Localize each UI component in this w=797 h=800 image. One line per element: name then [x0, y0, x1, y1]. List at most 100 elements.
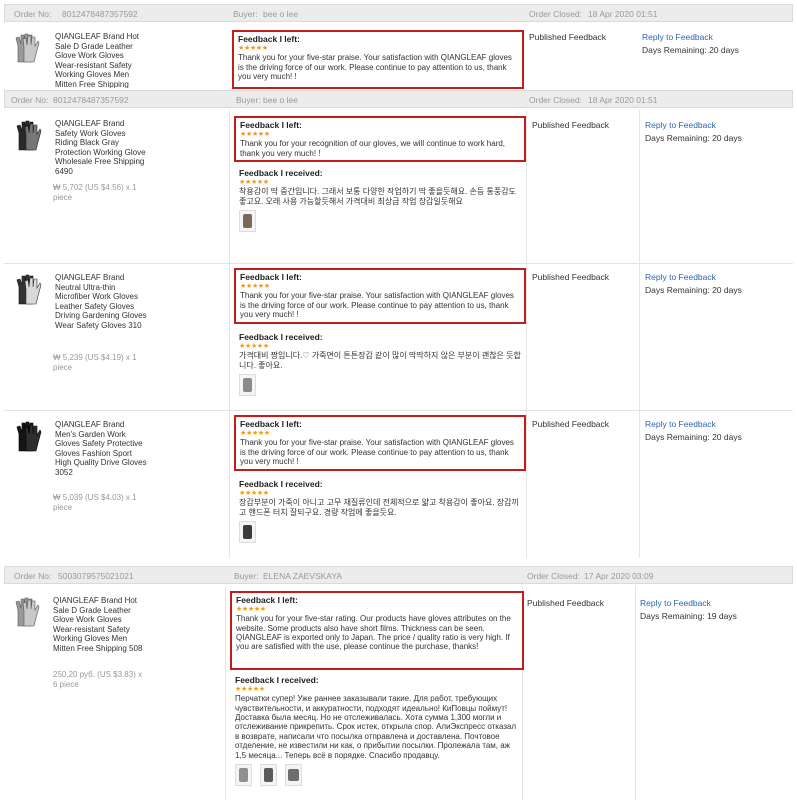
feedback-received-title: Feedback I received: — [239, 332, 323, 342]
order-item-row: QIANGLEAF Brand Neutral Ultra-thin Micro… — [4, 266, 793, 411]
buyer-link[interactable]: ELENA ZAEVSKAYA — [263, 571, 342, 581]
feedback-left-box: Feedback I left: ★★★★★ Thank you for you… — [234, 415, 526, 471]
star-rating: ★★★★★ — [236, 606, 266, 614]
order-closed-label: Order Closed: — [527, 571, 580, 581]
feedback-received-text: Перчатки супер! Уже раннее заказывали та… — [235, 694, 517, 760]
star-rating: ★★★★★ — [239, 179, 269, 187]
received-photos — [239, 521, 524, 543]
order-closed-date: 18 Apr 2020 01:51 — [588, 9, 658, 19]
reply-to-feedback-link[interactable]: Reply to Feedback — [645, 272, 742, 282]
feedback-status: Published Feedback — [532, 419, 610, 429]
product-thumbnail[interactable] — [16, 120, 42, 152]
order-item-row: QIANGLEAF Brand Hot Sale D Grade Leather… — [4, 586, 793, 800]
order-no-label: Order No: — [14, 9, 52, 19]
days-remaining: Days Remaining: 20 days — [642, 45, 739, 56]
product-thumbnail[interactable] — [14, 596, 40, 628]
feedback-received-block: Feedback I received: ★★★★★ 착용감이 딱 중간입니다.… — [234, 168, 524, 232]
buyer-label: Buyer: — [233, 9, 258, 19]
reply-to-feedback-link[interactable]: Reply to Feedback — [642, 32, 739, 42]
review-photo[interactable] — [239, 521, 256, 543]
review-photo[interactable] — [239, 374, 256, 396]
feedback-received-block: Feedback I received: ★★★★★ Перчатки супе… — [230, 675, 522, 787]
product-name-link[interactable]: QIANGLEAF Brand Safety Work Gloves Ridin… — [55, 119, 147, 177]
product-name-link[interactable]: QIANGLEAF Brand Neutral Ultra-thin Micro… — [55, 273, 147, 331]
feedback-status: Published Feedback — [532, 120, 610, 130]
star-rating: ★★★★★ — [240, 430, 270, 438]
reply-cell: Reply to Feedback Days Remaining: 20 day… — [645, 419, 742, 442]
feedback-status: Published Feedback — [529, 32, 607, 42]
feedback-left-title: Feedback I left: — [240, 272, 302, 282]
feedback-received-block: Feedback I received: ★★★★★ 장갑부분이 가죽이 아니고… — [234, 479, 524, 543]
feedback-left-title: Feedback I left: — [236, 595, 298, 605]
received-photos — [239, 210, 524, 232]
feedback-left-title: Feedback I left: — [238, 34, 300, 44]
buyer-link[interactable]: bee o lee — [263, 95, 298, 105]
received-photos — [235, 764, 522, 787]
review-photo[interactable] — [260, 764, 277, 787]
feedback-left-box: Feedback I left: ★★★★★ Thank you for you… — [234, 116, 526, 162]
feedback-left-text: Thank you for your five-star rating. Our… — [236, 614, 511, 652]
days-remaining: Days Remaining: 20 days — [645, 133, 742, 144]
product-thumbnail[interactable] — [14, 32, 40, 64]
feedback-received-block: Feedback I received: ★★★★★ 가격대비 짱입니다.♡ 가… — [234, 332, 524, 396]
order-header: Order No: 8012478487357592 Buyer: bee o … — [4, 90, 793, 108]
order-block: Order No: 8012478487357592 Buyer: bee o … — [0, 90, 797, 560]
feedback-left-box: Feedback I left: ★★★★★ Thank you for you… — [230, 591, 524, 670]
buyer-label: Buyer: — [236, 95, 261, 105]
review-photo[interactable] — [285, 764, 302, 787]
reply-cell: Reply to Feedback Days Remaining: 20 day… — [645, 120, 742, 143]
order-number-link[interactable]: 5003079575021021 — [58, 571, 134, 581]
order-no-label: Order No: — [11, 95, 49, 105]
product-name-link[interactable]: QIANGLEAF Brand Hot Sale D Grade Leather… — [55, 32, 147, 88]
feedback-received-title: Feedback I received: — [235, 675, 319, 685]
reply-to-feedback-link[interactable]: Reply to Feedback — [640, 598, 737, 608]
feedback-left-text: Thank you for your five-star praise. You… — [240, 438, 514, 466]
product-price: 250,20 руб. (US $3.83) x 6 piece — [53, 670, 143, 689]
days-remaining: Days Remaining: 19 days — [640, 611, 737, 622]
order-number-link[interactable]: 8012478487357592 — [53, 95, 129, 105]
order-item-row: QIANGLEAF Brand Safety Work Gloves Ridin… — [4, 110, 793, 264]
feedback-left-text: Thank you for your five-star praise. You… — [238, 53, 512, 81]
star-rating: ★★★★★ — [240, 131, 270, 139]
feedback-left-text: Thank you for your recognition of our gl… — [240, 139, 506, 158]
product-price: ₩ 5,039 (US $4.03) x 1 piece — [53, 493, 137, 512]
reply-to-feedback-link[interactable]: Reply to Feedback — [645, 419, 742, 429]
star-rating: ★★★★★ — [239, 343, 269, 351]
days-remaining: Days Remaining: 20 days — [645, 285, 742, 296]
buyer-label: Buyer: — [234, 571, 259, 581]
order-block: Order No: 5003079575021021 Buyer: ELENA … — [0, 566, 797, 800]
order-header: Order No: 8012478487357592 Buyer: bee o … — [4, 4, 793, 22]
feedback-left-title: Feedback I left: — [240, 419, 302, 429]
reply-to-feedback-link[interactable]: Reply to Feedback — [645, 120, 742, 130]
order-closed-label: Order Closed: — [529, 95, 582, 105]
order-item-row: QIANGLEAF Brand Hot Sale D Grade Leather… — [4, 26, 793, 89]
product-name-link[interactable]: QIANGLEAF Brand Hot Sale D Grade Leather… — [53, 596, 145, 654]
star-rating: ★★★★★ — [240, 283, 270, 291]
reply-cell: Reply to Feedback Days Remaining: 20 day… — [642, 32, 739, 55]
product-name-link[interactable]: QIANGLEAF Brand Men's Garden Work Gloves… — [55, 420, 147, 478]
star-rating: ★★★★★ — [235, 686, 265, 694]
feedback-left-box: Feedback I left: ★★★★★ Thank you for you… — [234, 268, 526, 324]
order-no-label: Order No: — [14, 571, 52, 581]
review-photo[interactable] — [239, 210, 256, 232]
days-remaining: Days Remaining: 20 days — [645, 432, 742, 443]
feedback-received-text: 착용감이 딱 중간입니다. 그래서 보통 다양한 작업하기 딱 좋을듯해요. 손… — [239, 187, 516, 206]
order-block: Order No: 8012478487357592 Buyer: bee o … — [0, 4, 797, 89]
feedback-left-text: Thank you for your five-star praise. You… — [240, 291, 514, 319]
star-rating: ★★★★★ — [239, 490, 269, 498]
reply-cell: Reply to Feedback Days Remaining: 20 day… — [645, 272, 742, 295]
order-closed-date: 18 Apr 2020 01:51 — [588, 95, 658, 105]
star-rating: ★★★★★ — [238, 45, 268, 53]
feedback-status: Published Feedback — [532, 272, 610, 282]
product-thumbnail[interactable] — [16, 421, 42, 453]
product-price: ₩ 5,239 (US $4.19) x 1 piece — [53, 353, 137, 372]
feedback-received-title: Feedback I received: — [239, 479, 323, 489]
feedback-left-box: Feedback I left: ★★★★★ Thank you for you… — [232, 30, 524, 89]
product-thumbnail[interactable] — [16, 274, 42, 306]
reply-cell: Reply to Feedback Days Remaining: 19 day… — [640, 598, 737, 621]
order-number-link[interactable]: 8012478487357592 — [62, 9, 138, 19]
received-photos — [239, 374, 524, 396]
feedback-status: Published Feedback — [527, 598, 605, 608]
buyer-link[interactable]: bee o lee — [263, 9, 298, 19]
review-photo[interactable] — [235, 764, 252, 787]
